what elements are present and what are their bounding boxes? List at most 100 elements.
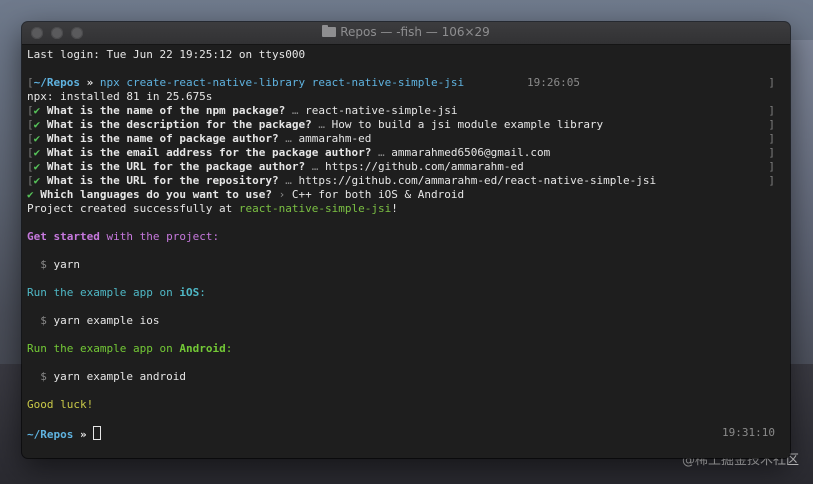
question-separator: ›	[278, 188, 286, 201]
answer-text: C++ for both iOS & Android	[291, 188, 465, 201]
check-icon: ✔	[33, 146, 41, 159]
answer-text: https://github.com/ammarahm-ed	[325, 160, 524, 173]
android-heading-bold: Android	[179, 342, 226, 355]
bracket-left: [	[27, 132, 34, 145]
command-line: $ yarn example ios	[27, 314, 785, 328]
prompt-time: 19:31:10	[722, 426, 775, 439]
check-icon: ✔	[33, 104, 41, 117]
text-cursor	[93, 426, 102, 440]
created-name: react-native-simple-jsi	[238, 202, 392, 215]
bracket-left: [	[27, 174, 34, 187]
bracket-left: [	[27, 118, 34, 131]
bracket-right: ]	[768, 146, 775, 159]
android-command: yarn example android	[53, 370, 186, 383]
good-luck-text: Good luck!	[27, 398, 94, 411]
question-line: [✔ What is the name of the npm package? …	[27, 104, 785, 118]
bracket-right: ]	[768, 160, 775, 173]
dollar-sign: $	[40, 370, 47, 383]
created-line: Project created successfully at react-na…	[27, 202, 785, 216]
command-text: npx create-react-native-library react-na…	[99, 76, 465, 89]
ios-heading-pre: Run the example app on	[27, 286, 180, 299]
prompt-line-current[interactable]: ~/Repos » 19:31:10	[27, 426, 785, 441]
check-icon: ✔	[27, 188, 34, 201]
ios-heading-bold: iOS	[179, 286, 200, 299]
question-text: Which languages do you want to use?	[40, 188, 273, 201]
question-line: [✔ What is the description for the packa…	[27, 118, 785, 132]
check-icon: ✔	[33, 160, 41, 173]
prompt-arrow: »	[86, 76, 94, 89]
get-started-bold: Get started	[27, 230, 100, 243]
prompt-path: ~/Repos	[33, 76, 80, 89]
bracket-left: [	[27, 76, 34, 89]
created-prefix: Project created successfully at	[27, 202, 239, 215]
question-line: [✔ What is the email address for the pac…	[27, 146, 785, 160]
good-luck-line: Good luck!	[27, 398, 785, 412]
get-started-rest: with the project:	[99, 230, 220, 243]
dollar-sign: $	[40, 314, 47, 327]
prompt-path: ~/Repos	[27, 428, 74, 441]
bracket-left: [	[27, 104, 34, 117]
last-login-line: Last login: Tue Jun 22 19:25:12 on ttys0…	[27, 48, 785, 62]
answer-text: https://github.com/ammarahm-ed/react-nat…	[298, 174, 657, 187]
prompt-line: [~/Repos » npx create-react-native-libra…	[27, 76, 785, 90]
android-heading-post: :	[225, 342, 233, 355]
last-login-text: Last login: Tue Jun 22 19:25:12 on ttys0…	[27, 48, 306, 61]
question-separator: …	[378, 146, 385, 159]
question-line: [✔ What is the URL for the repository? ……	[27, 174, 785, 188]
command-line: $ yarn	[27, 258, 785, 272]
window-title: Repos — -fish — 106×29	[22, 25, 790, 39]
titlebar[interactable]: Repos — -fish — 106×29	[22, 22, 790, 45]
prompt-arrow: »	[79, 428, 87, 441]
ios-heading-post: :	[199, 286, 206, 299]
window-title-text: Repos — -fish — 106×29	[340, 25, 490, 39]
check-icon: ✔	[33, 118, 41, 131]
bracket-left: [	[27, 160, 34, 173]
ios-heading-line: Run the example app on iOS:	[27, 286, 785, 300]
bracket-left: [	[27, 146, 34, 159]
yarn-command: yarn	[53, 258, 81, 271]
scrollbar[interactable]	[784, 45, 790, 458]
bracket-right: ]	[768, 104, 775, 117]
created-suffix: !	[391, 202, 398, 215]
npx-installed-text: npx: installed 81 in 25.675s	[27, 90, 213, 103]
bracket-right: ]	[768, 118, 775, 131]
question-text: What is the name of package author?	[46, 132, 279, 145]
npx-installed-line: npx: installed 81 in 25.675s	[27, 90, 785, 104]
question-line: [✔ What is the name of package author? ……	[27, 132, 785, 146]
answer-text: ammarahm-ed	[298, 132, 372, 145]
android-heading-pre: Run the example app on	[27, 342, 180, 355]
question-separator: …	[285, 132, 292, 145]
command-line: $ yarn example android	[27, 370, 785, 384]
question-line: [✔ What is the URL for the package autho…	[27, 160, 785, 174]
dollar-sign: $	[40, 258, 47, 271]
answer-text: ammarahmed6506@gmail.com	[391, 146, 551, 159]
get-started-line: Get started with the project:	[27, 230, 785, 244]
question-line: ✔ Which languages do you want to use? › …	[27, 188, 785, 202]
bracket-right: ]	[768, 76, 775, 89]
question-text: What is the URL for the repository?	[46, 174, 279, 187]
question-separator: …	[291, 104, 299, 117]
question-separator: …	[285, 174, 292, 187]
ios-command: yarn example ios	[53, 314, 160, 327]
android-heading-line: Run the example app on Android:	[27, 342, 785, 356]
check-icon: ✔	[33, 132, 41, 145]
folder-icon	[322, 25, 337, 37]
question-text: What is the email address for the packag…	[46, 146, 372, 159]
terminal-output[interactable]: Last login: Tue Jun 22 19:25:12 on ttys0…	[22, 45, 790, 458]
answer-text: How to build a jsi module example librar…	[331, 118, 604, 131]
answer-text: react-native-simple-jsi	[305, 104, 458, 117]
check-icon: ✔	[33, 174, 41, 187]
terminal-window: Repos — -fish — 106×29 Last login: Tue J…	[22, 22, 790, 458]
question-text: What is the name of the npm package?	[46, 104, 286, 117]
bracket-right: ]	[768, 174, 775, 187]
question-text: What is the URL for the package author?	[46, 160, 306, 173]
question-separator: …	[311, 160, 319, 173]
